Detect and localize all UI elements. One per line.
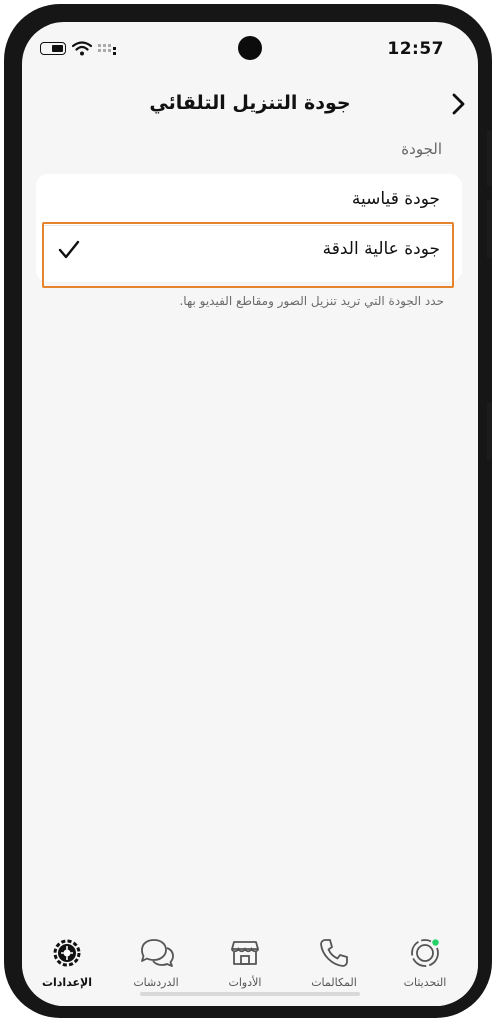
header: جودة التنزيل التلقائي [22, 82, 478, 126]
battery-icon [40, 42, 66, 55]
tab-chats[interactable]: الدردشات [111, 936, 201, 994]
home-indicator [140, 992, 360, 996]
front-camera [238, 36, 262, 60]
chevron-right-icon [452, 93, 465, 115]
option-label: جودة عالية الدقة [322, 239, 440, 259]
tab-settings[interactable]: الإعدادات [22, 936, 112, 994]
volume-button [487, 200, 492, 258]
tab-label: الأدوات [228, 976, 262, 989]
page-title: جودة التنزيل التلقائي [149, 92, 351, 114]
tab-label: الدردشات [133, 976, 179, 989]
tab-tools[interactable]: الأدوات [200, 936, 290, 994]
status-updates-icon [411, 937, 441, 967]
status-bar: 12:57 [22, 22, 478, 70]
tab-label: المكالمات [311, 976, 357, 989]
status-icons [40, 41, 118, 56]
status-time: 12:57 [387, 39, 444, 59]
power-button [487, 130, 492, 186]
option-hd-quality[interactable]: جودة عالية الدقة [36, 224, 462, 276]
tab-label: الإعدادات [41, 976, 93, 989]
tab-calls[interactable]: المكالمات [289, 936, 379, 994]
option-label: جودة قياسية [351, 189, 440, 209]
settings-gear-icon [53, 939, 81, 967]
side-button [487, 402, 492, 460]
signal-icon [98, 43, 116, 55]
chat-bubbles-icon [141, 939, 174, 967]
storefront-icon [231, 941, 259, 965]
tab-label: التحديثات [403, 976, 447, 989]
helper-text: حدد الجودة التي تريد تنزيل الصور ومقاطع … [179, 294, 444, 308]
checkmark-icon [58, 240, 80, 259]
phone-icon [320, 939, 348, 967]
tab-updates[interactable]: التحديثات [380, 936, 470, 994]
quality-options-card: جودة قياسية جودة عالية الدقة [36, 174, 462, 282]
back-button[interactable] [446, 90, 470, 118]
option-standard-quality[interactable]: جودة قياسية [36, 174, 462, 226]
phone-frame: 12:57 جودة التنزيل التلقائي الجودة جودة … [4, 4, 492, 1018]
section-label: الجودة [401, 140, 442, 158]
wifi-icon [72, 41, 92, 56]
screen: 12:57 جودة التنزيل التلقائي الجودة جودة … [22, 22, 478, 1006]
